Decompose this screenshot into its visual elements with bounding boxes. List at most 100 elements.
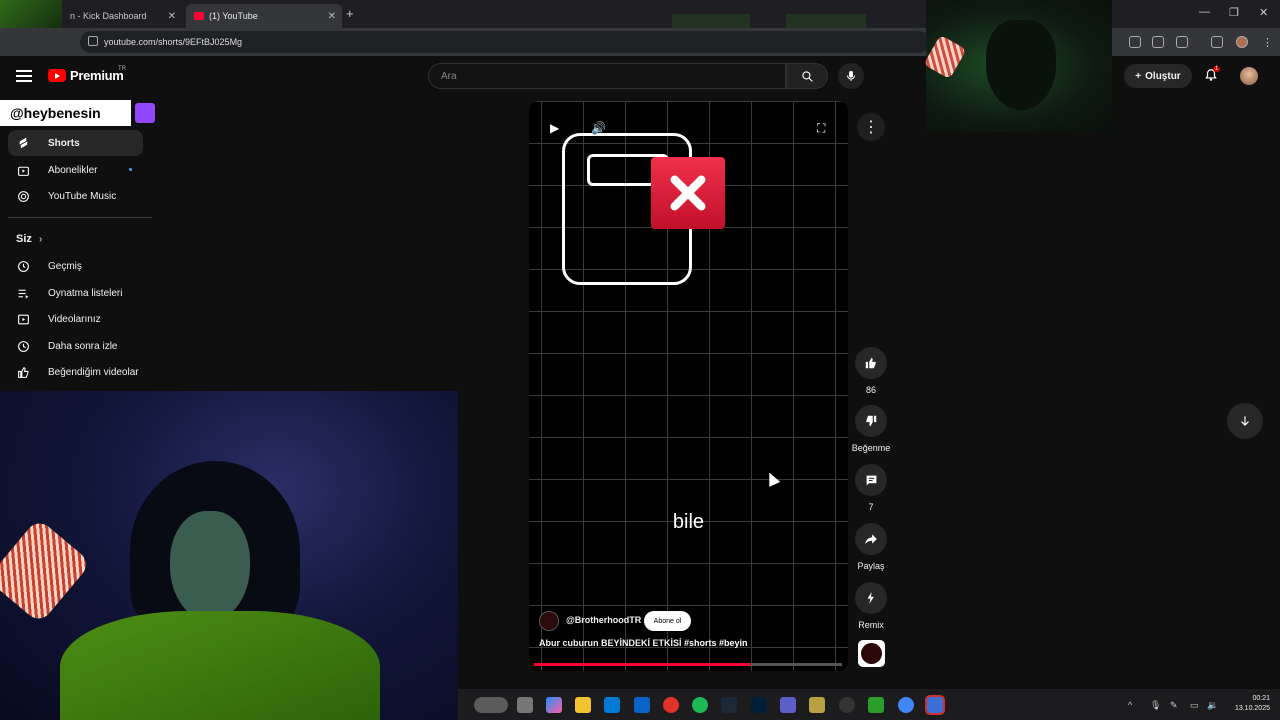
play-icon[interactable]: ▶ — [550, 121, 559, 135]
new-tab-button[interactable]: + — [346, 6, 354, 21]
site-info-icon[interactable] — [88, 36, 98, 46]
close-window-button[interactable]: ✕ — [1259, 6, 1268, 19]
launcher-icon[interactable] — [868, 697, 884, 713]
maximize-button[interactable]: ❐ — [1229, 6, 1239, 19]
network-tray-icon[interactable]: ▭ — [1190, 700, 1199, 711]
tab-kick-dashboard[interactable]: n - Kick Dashboard ✕ — [62, 4, 182, 28]
subscribe-button[interactable]: Abone ol — [644, 611, 691, 631]
sidebar-section-you[interactable]: Siz › — [16, 233, 42, 245]
new-content-dot — [129, 168, 132, 171]
volume-tray-icon[interactable]: 🔉 — [1207, 700, 1218, 711]
next-short-button[interactable] — [1227, 403, 1263, 439]
like-action[interactable]: 86 — [851, 347, 891, 395]
sidebar-item-your-videos[interactable]: Videolarınız — [8, 306, 143, 332]
outlook-icon[interactable] — [634, 697, 650, 713]
hamburger-menu-icon[interactable] — [16, 70, 32, 82]
sidebar-item-playlists[interactable]: Oynatma listeleri — [8, 280, 143, 306]
search-input[interactable]: Ara — [428, 63, 786, 89]
file-explorer-icon[interactable] — [575, 697, 591, 713]
youtube-premium-logo[interactable]: Premium TR — [48, 66, 126, 83]
close-tab-icon[interactable]: ✕ — [168, 11, 176, 22]
video-hashtags[interactable]: #shorts #beyin — [684, 638, 748, 648]
task-view-icon[interactable] — [517, 697, 533, 713]
chrome-active-icon[interactable] — [898, 697, 914, 713]
video-title[interactable]: Abur cuburun BEYİNDEKİ ETKİSİ #shorts #b… — [539, 638, 748, 648]
steam-icon[interactable] — [721, 697, 737, 713]
channel-avatar[interactable] — [539, 611, 559, 631]
arrow-down-icon — [1241, 416, 1249, 426]
microphone-tray-icon[interactable]: 🎙 — [1150, 700, 1161, 711]
extension-icon[interactable] — [1152, 36, 1164, 48]
obs-icon[interactable] — [839, 697, 855, 713]
sidebar-item-youtube-music[interactable]: YouTube Music — [8, 183, 143, 209]
shorts-video-player[interactable]: ▶ 🔊 ⛶ bile @BrotherhoodTR Abone ol Abur … — [529, 101, 848, 671]
comments-action[interactable]: 7 — [851, 464, 891, 512]
sidebar-item-subscriptions[interactable]: Abonelikler — [8, 157, 143, 183]
more-options-icon[interactable]: ⋮ — [857, 113, 885, 141]
comment-icon[interactable] — [855, 464, 887, 496]
sidebar-item-history[interactable]: Geçmiş — [8, 253, 143, 279]
profile-avatar[interactable] — [1236, 36, 1248, 48]
tray-chevron-icon[interactable]: ^ — [1128, 700, 1132, 710]
sidebar-item-liked-videos[interactable]: Beğendiğim videolar — [8, 359, 143, 385]
teams-icon[interactable] — [780, 697, 796, 713]
extension-icon[interactable] — [1129, 36, 1141, 48]
twitch-logo-icon — [135, 103, 155, 123]
fullscreen-icon[interactable]: ⛶ — [817, 121, 825, 136]
minimize-button[interactable]: — — [1199, 6, 1210, 18]
notification-count-badge: 1 — [1213, 66, 1221, 72]
clock-date: 13.10.2025 — [1234, 705, 1270, 712]
tab-title: (1) YouTube — [209, 11, 258, 21]
volume-icon[interactable]: 🔊 — [591, 121, 606, 135]
webcam-jacket — [60, 611, 380, 720]
sidebar-item-label: Shorts — [48, 137, 80, 149]
spotify-icon[interactable] — [692, 697, 708, 713]
edge-icon[interactable] — [925, 695, 945, 715]
search-button[interactable] — [786, 63, 828, 89]
sidebar-item-shorts[interactable]: Shorts — [8, 130, 143, 156]
share-label: Paylaş — [857, 561, 885, 571]
remix-action[interactable]: Remix — [851, 582, 891, 630]
copilot-icon[interactable] — [546, 697, 562, 713]
tab-youtube[interactable]: (1) YouTube ✕ — [186, 4, 342, 28]
account-avatar[interactable] — [1240, 67, 1258, 85]
channel-name[interactable]: @BrotherhoodTR — [566, 615, 641, 625]
audio-source-thumbnail[interactable] — [858, 640, 885, 667]
playlists-icon — [16, 286, 30, 300]
address-bar[interactable]: youtube.com/shorts/9EFtBJ025Mg — [80, 31, 930, 53]
sidebar-item-label: Videolarınız — [48, 313, 101, 325]
watch-later-icon — [16, 339, 30, 353]
voice-search-button[interactable] — [838, 63, 864, 89]
shorts-icon — [16, 136, 30, 150]
photoshop-icon[interactable] — [751, 697, 767, 713]
streamer-handle: @heybenesin — [0, 100, 131, 126]
sidebar-item-watch-later[interactable]: Daha sonra izle — [8, 333, 143, 359]
webcam-face — [170, 511, 250, 621]
history-icon — [16, 259, 30, 273]
share-icon[interactable] — [855, 523, 887, 555]
microphone-icon — [847, 71, 855, 81]
pen-tray-icon[interactable]: ✎ — [1170, 700, 1178, 711]
sidebar-item-label: Abonelikler — [48, 164, 98, 176]
chrome-icon[interactable] — [663, 697, 679, 713]
thumbs-down-icon[interactable] — [855, 405, 887, 437]
store-icon[interactable] — [604, 697, 620, 713]
share-action[interactable]: Paylaş — [851, 523, 891, 571]
youtube-play-icon — [48, 69, 66, 82]
app-icon[interactable] — [809, 697, 825, 713]
taskbar-clock[interactable]: 00:21 13.10.2025 — [1224, 694, 1270, 714]
sidebar-item-label: YouTube Music — [48, 190, 117, 202]
thumbs-up-icon[interactable] — [855, 347, 887, 379]
remix-icon[interactable] — [855, 582, 887, 614]
media-control-icon[interactable] — [1211, 36, 1223, 48]
dislike-action[interactable]: Beğenme — [851, 405, 891, 453]
create-button[interactable]: + Oluştur — [1124, 64, 1192, 88]
extensions-puzzle-icon[interactable] — [1176, 36, 1188, 48]
widgets-icon[interactable] — [474, 697, 508, 713]
youtube-favicon-icon — [194, 12, 204, 20]
browser-menu-icon[interactable]: ⋮ — [1262, 36, 1273, 49]
dislike-label: Beğenme — [851, 443, 891, 453]
video-progress-bar[interactable] — [534, 663, 842, 666]
video-title-text: Abur cuburun BEYİNDEKİ ETKİSİ — [539, 638, 682, 648]
close-tab-icon[interactable]: ✕ — [328, 11, 336, 22]
